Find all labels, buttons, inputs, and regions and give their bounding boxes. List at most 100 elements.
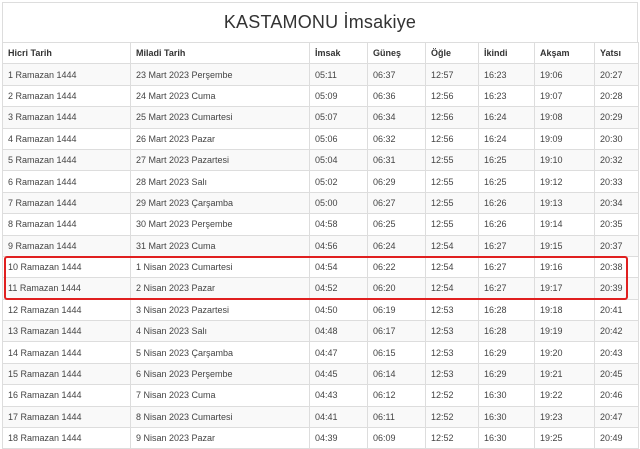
- cell-ikindi: 16:29: [478, 341, 535, 364]
- cell-ikindi: 16:27: [478, 234, 535, 257]
- cell-hicri-tarih: 18 Ramazan 1444: [2, 427, 131, 449]
- cell-yatsi: 20:35: [594, 213, 639, 236]
- cell-ikindi: 16:26: [478, 213, 535, 236]
- cell-ogle: 12:52: [425, 384, 479, 407]
- cell-yatsi: 20:49: [594, 427, 639, 449]
- cell-miladi-tarih: 25 Mart 2023 Cumartesi: [130, 106, 310, 129]
- cell-imsak: 04:56: [309, 234, 368, 257]
- cell-aksam: 19:10: [534, 148, 595, 172]
- cell-ogle: 12:55: [425, 170, 479, 193]
- cell-hicri-tarih: 9 Ramazan 1444: [2, 234, 131, 257]
- cell-yatsi: 20:28: [594, 84, 639, 108]
- cell-ikindi: 16:25: [478, 148, 535, 172]
- imsakiye-table: Hicri Tarih Miladi Tarih İmsak Güneş Öğle İki…: [2, 41, 639, 449]
- table-row: 14 Ramazan 1444 5 Nisan 2023 Çarşamba 04:4…: [2, 341, 639, 364]
- table-row: 2 Ramazan 1444 24 Mart 2023 Cuma 05:09 06:3…: [2, 84, 639, 108]
- cell-imsak: 04:48: [309, 320, 368, 343]
- cell-yatsi: 20:47: [594, 405, 639, 429]
- cell-yatsi: 20:29: [594, 106, 639, 129]
- cell-ogle: 12:54: [425, 255, 479, 279]
- cell-hicri-tarih: 14 Ramazan 1444: [2, 341, 131, 364]
- cell-ogle: 12:57: [425, 63, 479, 86]
- column-header-aksam: Akşam: [534, 41, 595, 65]
- cell-gunes: 06:22: [367, 255, 426, 279]
- cell-yatsi: 20:30: [594, 127, 639, 150]
- cell-gunes: 06:14: [367, 362, 426, 386]
- cell-yatsi: 20:39: [594, 277, 639, 300]
- cell-yatsi: 20:37: [594, 234, 639, 257]
- cell-ogle: 12:53: [425, 298, 479, 322]
- cell-gunes: 06:11: [367, 405, 426, 429]
- cell-miladi-tarih: 1 Nisan 2023 Cumartesi: [130, 255, 310, 279]
- cell-miladi-tarih: 31 Mart 2023 Cuma: [130, 234, 310, 257]
- cell-gunes: 06:34: [367, 106, 426, 129]
- cell-ogle: 12:55: [425, 213, 479, 236]
- cell-ikindi: 16:25: [478, 170, 535, 193]
- cell-imsak: 04:50: [309, 298, 368, 322]
- table-row: 5 Ramazan 1444 27 Mart 2023 Pazartesi 05:0…: [2, 148, 639, 172]
- cell-aksam: 19:18: [534, 298, 595, 322]
- cell-imsak: 04:41: [309, 405, 368, 429]
- table-row: 3 Ramazan 1444 25 Mart 2023 Cumartesi 05:0…: [2, 106, 639, 129]
- cell-aksam: 19:22: [534, 384, 595, 407]
- table-row: 1 Ramazan 1444 23 Mart 2023 Perşembe 05:11…: [2, 63, 639, 86]
- cell-ikindi: 16:30: [478, 384, 535, 407]
- cell-ikindi: 16:30: [478, 427, 535, 449]
- cell-aksam: 19:06: [534, 63, 595, 86]
- cell-miladi-tarih: 27 Mart 2023 Pazartesi: [130, 148, 310, 172]
- cell-aksam: 19:21: [534, 362, 595, 386]
- cell-gunes: 06:17: [367, 320, 426, 343]
- cell-ikindi: 16:24: [478, 127, 535, 150]
- cell-hicri-tarih: 13 Ramazan 1444: [2, 320, 131, 343]
- cell-ogle: 12:55: [425, 191, 479, 215]
- cell-hicri-tarih: 15 Ramazan 1444: [2, 362, 131, 386]
- cell-miladi-tarih: 30 Mart 2023 Perşembe: [130, 213, 310, 236]
- cell-aksam: 19:23: [534, 405, 595, 429]
- table-row: 8 Ramazan 1444 30 Mart 2023 Perşembe 04:58…: [2, 213, 639, 236]
- cell-aksam: 19:07: [534, 84, 595, 108]
- cell-gunes: 06:25: [367, 213, 426, 236]
- cell-ikindi: 16:27: [478, 255, 535, 279]
- cell-ogle: 12:53: [425, 320, 479, 343]
- cell-hicri-tarih: 7 Ramazan 1444: [2, 191, 131, 215]
- cell-hicri-tarih: 8 Ramazan 1444: [2, 213, 131, 236]
- cell-hicri-tarih: 4 Ramazan 1444: [2, 127, 131, 150]
- cell-yatsi: 20:42: [594, 320, 639, 343]
- cell-gunes: 06:37: [367, 63, 426, 86]
- cell-hicri-tarih: 1 Ramazan 1444: [2, 63, 131, 86]
- cell-aksam: 19:09: [534, 127, 595, 150]
- cell-yatsi: 20:34: [594, 191, 639, 215]
- cell-gunes: 06:15: [367, 341, 426, 364]
- cell-yatsi: 20:43: [594, 341, 639, 364]
- cell-miladi-tarih: 8 Nisan 2023 Cumartesi: [130, 405, 310, 429]
- table-row: 15 Ramazan 1444 6 Nisan 2023 Perşembe 04:4…: [2, 362, 639, 386]
- cell-miladi-tarih: 26 Mart 2023 Pazar: [130, 127, 310, 150]
- cell-hicri-tarih: 10 Ramazan 1444: [2, 255, 131, 279]
- cell-imsak: 05:02: [309, 170, 368, 193]
- cell-imsak: 05:09: [309, 84, 368, 108]
- table-row: 4 Ramazan 1444 26 Mart 2023 Pazar 05:06 06:…: [2, 127, 639, 150]
- cell-gunes: 06:09: [367, 427, 426, 449]
- table-row: 7 Ramazan 1444 29 Mart 2023 Çarşamba 05:00…: [2, 191, 639, 215]
- cell-miladi-tarih: 29 Mart 2023 Çarşamba: [130, 191, 310, 215]
- cell-aksam: 19:20: [534, 341, 595, 364]
- cell-ikindi: 16:26: [478, 191, 535, 215]
- cell-yatsi: 20:27: [594, 63, 639, 86]
- table-row: 17 Ramazan 1444 8 Nisan 2023 Cumartesi 04:…: [2, 405, 639, 429]
- cell-hicri-tarih: 16 Ramazan 1444: [2, 384, 131, 407]
- cell-ogle: 12:54: [425, 234, 479, 257]
- cell-ikindi: 16:28: [478, 298, 535, 322]
- table-row: 6 Ramazan 1444 28 Mart 2023 Salı 05:02 06:2…: [2, 170, 639, 193]
- cell-hicri-tarih: 11 Ramazan 1444: [2, 277, 131, 300]
- cell-gunes: 06:29: [367, 170, 426, 193]
- column-header-imsak: İmsak: [309, 41, 368, 65]
- cell-ogle: 12:55: [425, 148, 479, 172]
- cell-yatsi: 20:46: [594, 384, 639, 407]
- cell-imsak: 04:54: [309, 255, 368, 279]
- table-header-row: Hicri Tarih Miladi Tarih İmsak Güneş Öğle İki…: [2, 41, 639, 65]
- cell-aksam: 19:25: [534, 427, 595, 449]
- cell-gunes: 06:32: [367, 127, 426, 150]
- table-row: 18 Ramazan 1444 9 Nisan 2023 Pazar 04:39 06…: [2, 427, 639, 449]
- cell-miladi-tarih: 28 Mart 2023 Salı: [130, 170, 310, 193]
- cell-hicri-tarih: 6 Ramazan 1444: [2, 170, 131, 193]
